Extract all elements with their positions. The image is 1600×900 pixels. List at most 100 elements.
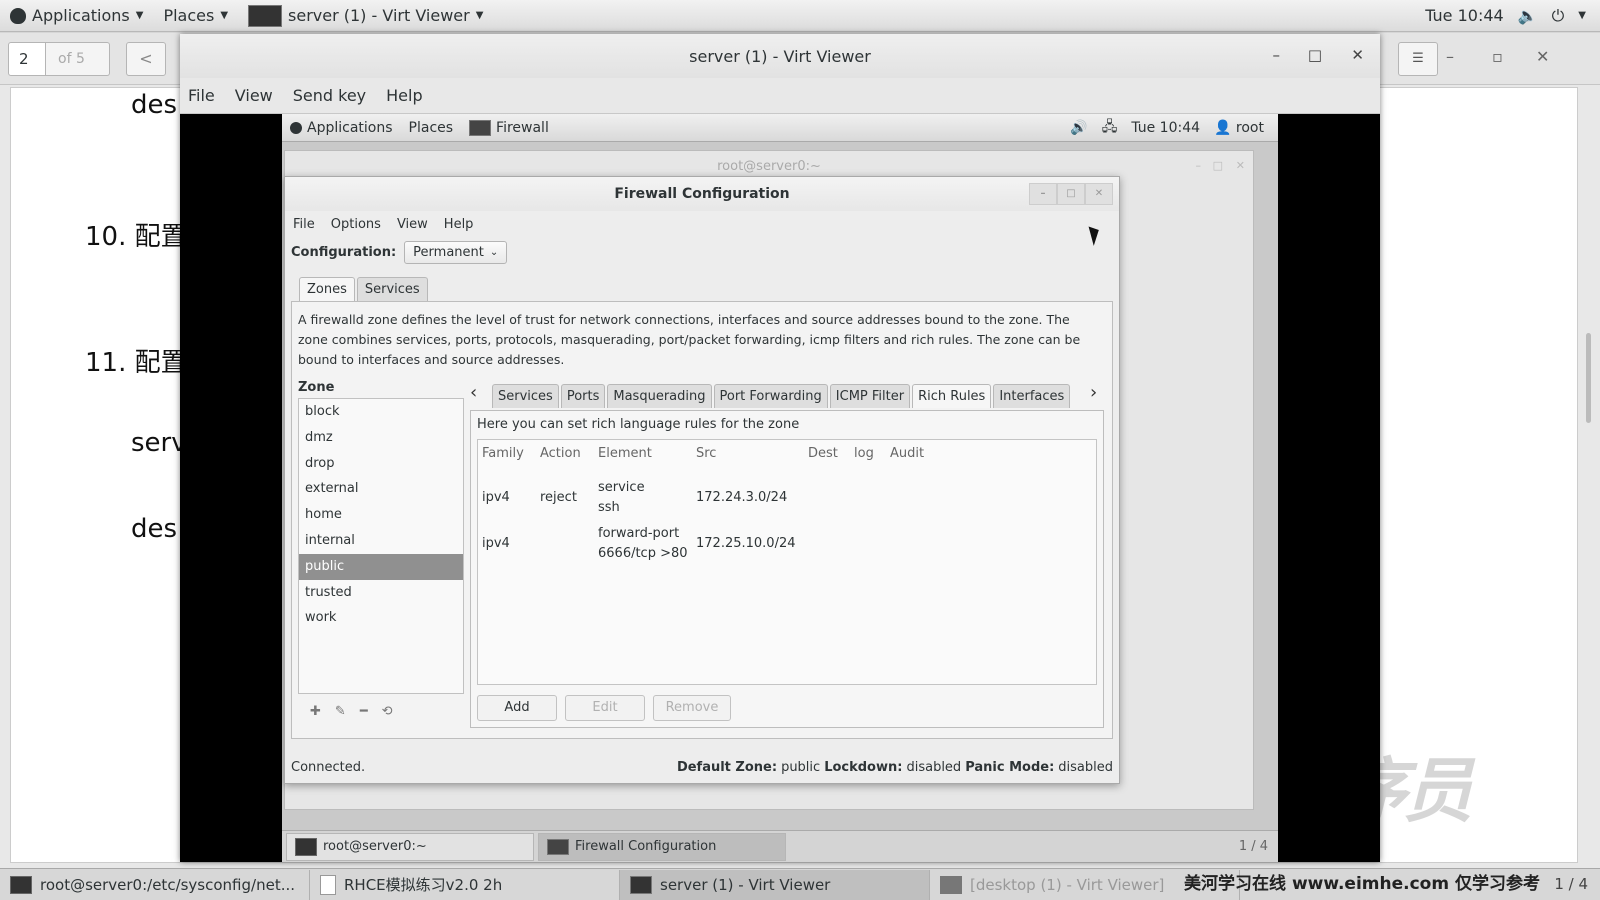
menu-view[interactable]: View [397,217,428,232]
maximize-icon[interactable]: □ [1057,183,1085,205]
host-clock[interactable]: Tue 10:44 [1425,6,1504,25]
subtab-icmp-filter[interactable]: ICMP Filter [829,384,911,408]
guest-task-terminal[interactable]: root@server0:~ [286,832,534,861]
zone-item-drop[interactable]: drop [299,451,463,477]
user-menu[interactable]: 👤 root [1214,120,1264,136]
doc-line: 10. 配置 [85,222,187,252]
chevron-down-icon[interactable]: ▼ [1578,10,1586,21]
workspace-pager[interactable]: 1 / 4 [1239,839,1278,854]
zone-item-trusted[interactable]: trusted [299,580,463,606]
zone-item-internal[interactable]: internal [299,528,463,554]
edit-button[interactable]: Edit [565,695,645,721]
configuration-select[interactable]: Permanent ⌄ [404,241,508,264]
zone-item-external[interactable]: external [299,476,463,502]
network-icon[interactable]: 🖧 [1102,116,1118,140]
doc-line: 11. 配置 [85,348,187,378]
zone-item-dmz[interactable]: dmz [299,425,463,451]
rich-rules-table[interactable]: Family Action Element Src Dest log Audit… [477,439,1097,685]
subtab-port-forwarding[interactable]: Port Forwarding [713,384,828,408]
tab-zones[interactable]: Zones [299,277,355,301]
column-header[interactable]: Family [482,446,524,461]
volume-icon[interactable]: 🔊 [1070,120,1087,136]
subtab-interfaces[interactable]: Interfaces [993,384,1071,408]
tab-services[interactable]: Services [356,277,428,301]
guest-clock[interactable]: Tue 10:44 [1131,120,1200,136]
tab-scroll-left-icon[interactable]: ‹ [470,382,477,403]
subtab-ports[interactable]: Ports [560,384,606,408]
firewall-statusbar: Connected. Default Zone: public Lockdown… [291,757,1113,779]
close-icon[interactable]: ✕ [1351,46,1364,64]
host-applications-menu[interactable]: Applications ▼ [0,0,153,31]
guest-active-app-menu[interactable]: Firewall [461,119,557,136]
subtab-masquerading[interactable]: Masquerading [607,384,712,408]
menu-help[interactable]: Help [444,217,474,232]
close-icon[interactable]: ✕ [1085,183,1113,205]
menu-send-key[interactable]: Send key [293,86,366,105]
rich-rules-panel: Here you can set rich language rules for… [470,410,1104,728]
power-icon[interactable]: ⏻ [1552,6,1565,26]
menu-file[interactable]: File [293,217,315,232]
chevron-down-icon: ▼ [220,10,229,21]
minimize-icon[interactable]: – [1029,183,1057,205]
subtab-rich-rules[interactable]: Rich Rules [912,384,992,408]
gnome-foot-icon [10,7,26,24]
remove-button[interactable]: Remove [653,695,731,721]
edit-icon[interactable]: ✎ [335,704,346,719]
host-taskbar: root@server0:/etc/sysconfig/net... RHCE模… [0,868,1600,900]
column-header[interactable]: log [854,446,874,461]
add-icon[interactable]: ✚ [310,704,321,719]
close-icon[interactable]: ✕ [1236,159,1245,172]
rich-rules-hint: Here you can set rich language rules for… [477,417,800,432]
tab-scroll-right-icon[interactable]: › [1090,382,1097,403]
zone-list: block dmz drop external home internal pu… [298,398,464,694]
document-scrollbar[interactable] [1586,333,1591,423]
column-header[interactable]: Audit [890,446,924,461]
menu-help[interactable]: Help [386,86,422,105]
workspace-pager[interactable]: 1 / 4 [1554,869,1588,899]
maximize-icon[interactable]: ▫ [1492,47,1503,66]
remove-icon[interactable]: ━ [360,704,368,719]
maximize-icon[interactable]: □ [1308,46,1322,64]
load-defaults-icon[interactable]: ⟲ [382,704,393,719]
volume-icon[interactable]: 🔈 [1518,6,1538,25]
watermark-text: 美河学习在线 www.eimhe.com 仅学习参考 [1184,874,1540,894]
chevron-down-icon: ⌄ [489,247,499,258]
maximize-icon[interactable]: □ [1213,159,1223,172]
menu-options[interactable]: Options [331,217,381,232]
menu-file[interactable]: File [188,86,215,105]
page-number-input[interactable]: 2 [8,42,46,76]
column-header[interactable]: Element [598,446,652,461]
host-task-terminal[interactable]: root@server0:/etc/sysconfig/net... [0,869,310,900]
minimize-icon[interactable]: – [1196,159,1202,172]
firewall-icon [469,119,492,136]
guest-desktop[interactable]: Applications Places Firewall 🔊 🖧 Tue 10:… [282,114,1278,862]
guest-applications-menu[interactable]: Applications [282,120,401,136]
menu-view[interactable]: View [235,86,273,105]
guest-places-menu[interactable]: Places [401,120,462,136]
document-icon [320,874,336,895]
column-header[interactable]: Action [540,446,581,461]
lockdown-value: disabled [906,760,962,775]
minimize-icon[interactable]: – [1446,47,1454,66]
menu-icon[interactable]: ☰ [1398,42,1438,76]
column-header[interactable]: Src [696,446,716,461]
zone-item-work[interactable]: work [299,605,463,631]
column-header[interactable]: Dest [808,446,838,461]
zone-item-block[interactable]: block [299,399,463,425]
previous-page-button[interactable]: < [126,42,166,76]
zone-description: A firewalld zone defines the level of tr… [298,312,1081,367]
virt-viewer-icon [940,875,962,894]
virt-viewer-titlebar: server (1) - Virt Viewer – □ ✕ [180,34,1380,78]
default-zone-value: public [781,760,821,775]
minimize-icon[interactable]: – [1273,46,1281,64]
host-active-app-menu[interactable]: server (1) - Virt Viewer ▼ [238,0,493,31]
zone-item-home[interactable]: home [299,502,463,528]
host-task-virt-viewer-server[interactable]: server (1) - Virt Viewer [620,869,930,900]
guest-task-firewall[interactable]: Firewall Configuration [538,832,786,861]
host-places-menu[interactable]: Places ▼ [153,0,238,31]
add-button[interactable]: Add [477,695,557,721]
subtab-services[interactable]: Services [492,384,559,408]
zone-item-public[interactable]: public [299,553,463,580]
host-task-document[interactable]: RHCE模拟练习v2.0 2h [310,869,620,900]
close-icon[interactable]: ✕ [1536,47,1549,66]
